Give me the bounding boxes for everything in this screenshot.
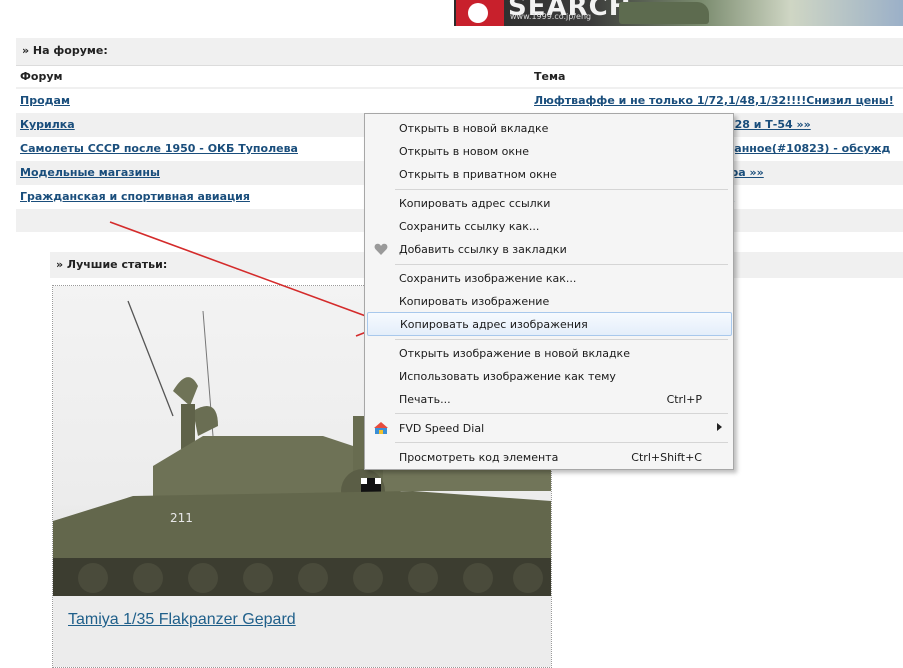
menu-item-fvd-speed-dial[interactable]: FVD Speed Dial — [367, 417, 730, 439]
menu-item-bookmark-link[interactable]: Добавить ссылку в закладки — [367, 238, 730, 260]
menu-item-open-new-tab[interactable]: Открыть в новой вкладке — [367, 117, 730, 139]
menu-item-inspect-element[interactable]: Просмотреть код элемента Ctrl+Shift+C — [367, 446, 730, 468]
menu-separator — [395, 339, 728, 340]
menu-item-open-new-window[interactable]: Открыть в новом окне — [367, 140, 730, 162]
submenu-arrow-icon — [717, 423, 722, 431]
menu-item-copy-link-address[interactable]: Копировать адрес ссылки — [367, 192, 730, 214]
menu-separator — [395, 413, 728, 414]
menu-item-open-private-window[interactable]: Открыть в приватном окне — [367, 163, 730, 185]
heart-icon — [374, 242, 388, 256]
menu-separator — [395, 189, 728, 190]
fvd-speed-dial-icon — [374, 421, 388, 435]
menu-item-save-link-as[interactable]: Сохранить ссылку как... — [367, 215, 730, 237]
annotation-arrow-line — [109, 221, 383, 323]
menu-item-copy-image-address[interactable]: Копировать адрес изображения — [367, 312, 732, 336]
menu-separator — [395, 264, 728, 265]
menu-item-set-image-as-theme[interactable]: Использовать изображение как тему — [367, 365, 730, 387]
menu-item-print[interactable]: Печать... Ctrl+P — [367, 388, 730, 410]
shortcut-print: Ctrl+P — [666, 393, 702, 406]
menu-item-open-image-new-tab[interactable]: Открыть изображение в новой вкладке — [367, 342, 730, 364]
menu-item-save-image-as[interactable]: Сохранить изображение как... — [367, 267, 730, 289]
shortcut-inspect: Ctrl+Shift+C — [631, 451, 702, 464]
context-menu: Открыть в новой вкладке Открыть в новом … — [364, 113, 734, 470]
menu-separator — [395, 442, 728, 443]
menu-item-copy-image[interactable]: Копировать изображение — [367, 290, 730, 312]
